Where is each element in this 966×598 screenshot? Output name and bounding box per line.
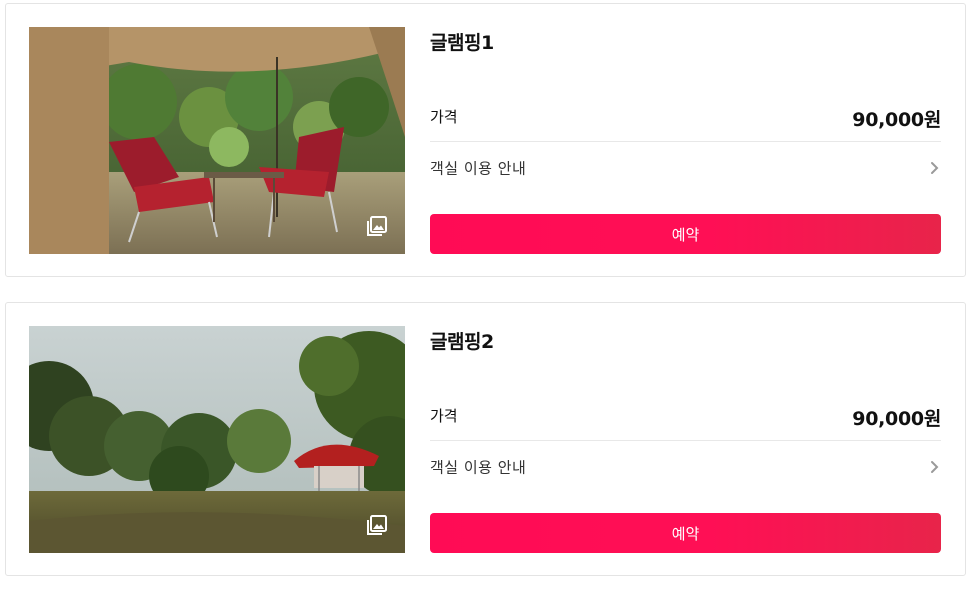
room-name: 글램핑2: [430, 331, 494, 353]
price-label: 가격: [430, 108, 458, 126]
room-photo[interactable]: [29, 27, 405, 254]
campsite-photo: [29, 326, 405, 553]
tent-interior-photo: [29, 27, 405, 254]
reserve-button[interactable]: 예약: [430, 513, 941, 553]
room-info-link[interactable]: 객실 이용 안내: [430, 441, 941, 493]
reserve-button[interactable]: 예약: [430, 214, 941, 254]
chevron-right-icon: [931, 461, 939, 473]
room-info-link[interactable]: 객실 이용 안내: [430, 142, 941, 194]
price-value: 90,000원: [852, 109, 941, 131]
gallery-icon[interactable]: [366, 215, 388, 237]
chevron-right-icon: [931, 162, 939, 174]
gallery-icon[interactable]: [366, 514, 388, 536]
price-value: 90,000원: [852, 408, 941, 430]
room-name: 글램핑1: [430, 32, 494, 54]
room-info-label: 객실 이용 안내: [430, 159, 527, 178]
price-label: 가격: [430, 407, 458, 425]
room-info-label: 객실 이용 안내: [430, 458, 527, 477]
room-card: 글램핑2 가격 90,000원 객실 이용 안내 예약: [5, 302, 966, 576]
room-card: 글램핑1 가격 90,000원 객실 이용 안내 예약: [5, 3, 966, 277]
room-photo[interactable]: [29, 326, 405, 553]
